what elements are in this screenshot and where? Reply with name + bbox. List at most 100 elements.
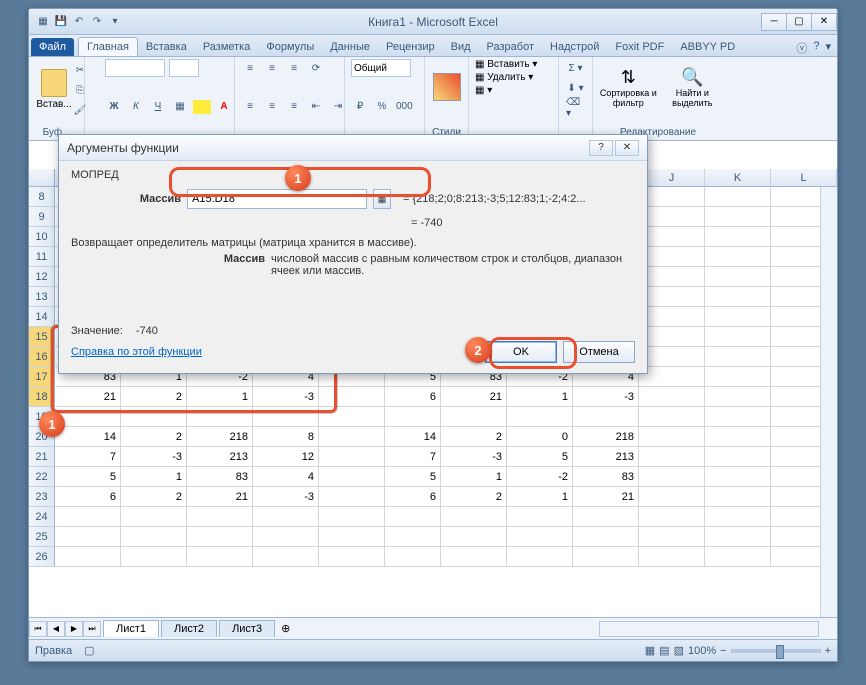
- cell[interactable]: 12: [253, 447, 319, 467]
- cell[interactable]: [121, 507, 187, 527]
- cell[interactable]: [705, 247, 771, 267]
- cell[interactable]: 213: [573, 447, 639, 467]
- cell[interactable]: [385, 507, 441, 527]
- col-header[interactable]: J: [639, 169, 705, 187]
- cell[interactable]: 5: [507, 447, 573, 467]
- cell[interactable]: [705, 447, 771, 467]
- cell[interactable]: [55, 527, 121, 547]
- help-link[interactable]: Справка по этой функции: [71, 346, 202, 358]
- cell[interactable]: [319, 387, 385, 407]
- indent-dec-icon[interactable]: ⇤: [307, 98, 325, 116]
- comma-icon[interactable]: 000: [395, 98, 414, 116]
- cell[interactable]: [319, 487, 385, 507]
- cell[interactable]: [639, 327, 705, 347]
- cell[interactable]: [639, 307, 705, 327]
- cell[interactable]: [253, 407, 319, 427]
- percent-icon[interactable]: %: [373, 98, 391, 116]
- dialog-titlebar[interactable]: Аргументы функции ? ✕: [59, 135, 647, 161]
- cell[interactable]: 8: [253, 427, 319, 447]
- tab-insert[interactable]: Вставка: [138, 38, 195, 56]
- sheet-tab-3[interactable]: Лист3: [219, 620, 275, 637]
- cell[interactable]: [319, 407, 385, 427]
- cell[interactable]: [705, 207, 771, 227]
- dialog-help-button[interactable]: ?: [589, 140, 613, 156]
- cut-icon[interactable]: ✂: [71, 61, 89, 79]
- align-bottom-icon[interactable]: ≡: [285, 59, 303, 77]
- cell[interactable]: [639, 347, 705, 367]
- cell[interactable]: 21: [441, 387, 507, 407]
- sheet-tab-1[interactable]: Лист1: [103, 620, 159, 637]
- cell[interactable]: 1: [441, 467, 507, 487]
- align-left-icon[interactable]: ≡: [241, 98, 259, 116]
- vertical-scrollbar[interactable]: [820, 187, 837, 617]
- tab-file[interactable]: Файл: [31, 38, 74, 56]
- cell[interactable]: [319, 547, 385, 567]
- cell[interactable]: [639, 247, 705, 267]
- cell[interactable]: [187, 547, 253, 567]
- cell[interactable]: 0: [507, 427, 573, 447]
- cell[interactable]: [319, 467, 385, 487]
- view-break-icon[interactable]: ▧: [674, 644, 684, 657]
- cell[interactable]: [705, 527, 771, 547]
- cell[interactable]: [639, 507, 705, 527]
- number-format-select[interactable]: [351, 59, 411, 77]
- cell[interactable]: [385, 407, 441, 427]
- cell[interactable]: 2: [121, 387, 187, 407]
- cell[interactable]: [705, 347, 771, 367]
- cell[interactable]: [441, 547, 507, 567]
- cell[interactable]: [705, 467, 771, 487]
- cell[interactable]: 213: [187, 447, 253, 467]
- align-middle-icon[interactable]: ≡: [263, 59, 281, 77]
- sheet-next-icon[interactable]: ▶: [65, 621, 83, 637]
- cell[interactable]: 218: [187, 427, 253, 447]
- clear-icon[interactable]: ⌫ ▾: [565, 99, 586, 117]
- cell[interactable]: [507, 407, 573, 427]
- cell[interactable]: 21: [55, 387, 121, 407]
- cell[interactable]: [441, 527, 507, 547]
- sheet-tab-2[interactable]: Лист2: [161, 620, 217, 637]
- row-header[interactable]: 18: [29, 387, 55, 407]
- paste-button[interactable]: Встав...: [35, 59, 73, 119]
- row-header[interactable]: 10: [29, 227, 55, 247]
- cell[interactable]: [573, 407, 639, 427]
- cell[interactable]: [319, 527, 385, 547]
- cell[interactable]: [573, 547, 639, 567]
- cell[interactable]: [507, 547, 573, 567]
- cell[interactable]: [573, 507, 639, 527]
- cell[interactable]: [705, 507, 771, 527]
- cell[interactable]: 2: [441, 487, 507, 507]
- cell[interactable]: 7: [55, 447, 121, 467]
- cell[interactable]: [121, 547, 187, 567]
- cell[interactable]: [253, 547, 319, 567]
- sheet-last-icon[interactable]: ⏭: [83, 621, 101, 637]
- tab-view[interactable]: Вид: [443, 38, 479, 56]
- cell[interactable]: 6: [385, 487, 441, 507]
- cell[interactable]: [187, 527, 253, 547]
- insert-cells-button[interactable]: ▦ Вставить ▾: [475, 59, 552, 70]
- row-header[interactable]: 24: [29, 507, 55, 527]
- cell[interactable]: [705, 427, 771, 447]
- cell[interactable]: [441, 507, 507, 527]
- cell[interactable]: 6: [55, 487, 121, 507]
- cell[interactable]: [55, 547, 121, 567]
- row-header[interactable]: 17: [29, 367, 55, 387]
- cell[interactable]: [705, 227, 771, 247]
- select-all-corner[interactable]: [29, 169, 55, 187]
- view-normal-icon[interactable]: ▦: [645, 644, 655, 657]
- cell[interactable]: [187, 407, 253, 427]
- autosum-icon[interactable]: Σ ▾: [565, 59, 586, 77]
- cell[interactable]: 2: [121, 487, 187, 507]
- cell[interactable]: -3: [121, 447, 187, 467]
- tab-formulas[interactable]: Формулы: [258, 38, 322, 56]
- cell[interactable]: 6: [385, 387, 441, 407]
- fill-color-button[interactable]: [193, 100, 211, 114]
- macro-record-icon[interactable]: ▢: [84, 644, 94, 657]
- format-cells-button[interactable]: ▦ ▾: [475, 85, 552, 96]
- italic-button[interactable]: К: [127, 98, 145, 116]
- font-size-select[interactable]: [169, 59, 199, 77]
- row-header[interactable]: 16: [29, 347, 55, 367]
- cell[interactable]: [705, 307, 771, 327]
- sheet-prev-icon[interactable]: ◀: [47, 621, 65, 637]
- cell[interactable]: [639, 527, 705, 547]
- cell[interactable]: 14: [385, 427, 441, 447]
